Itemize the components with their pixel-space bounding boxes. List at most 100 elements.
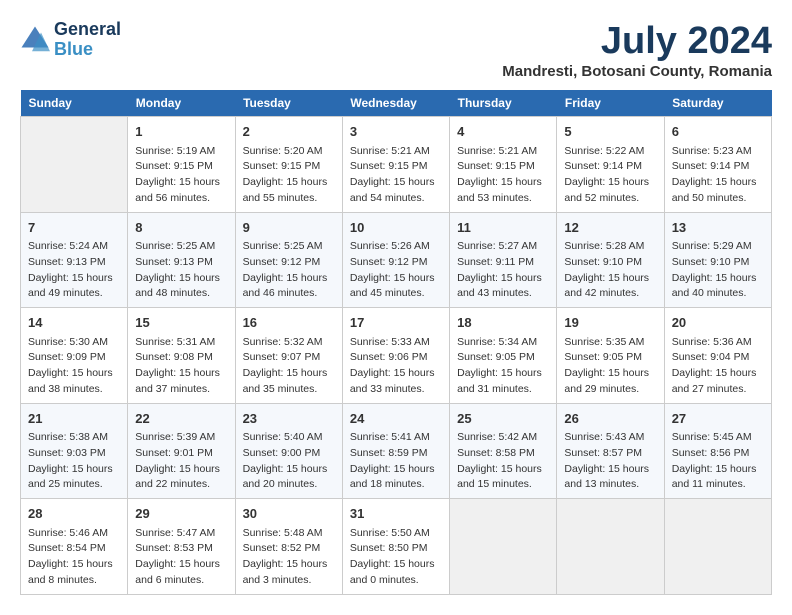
calendar-cell: 25 Sunrise: 5:42 AM Sunset: 8:58 PM Dayl… (450, 403, 557, 499)
day-number: 27 (672, 409, 764, 429)
daylight: Daylight: 15 hours and 53 minutes. (457, 176, 542, 204)
day-number: 23 (243, 409, 335, 429)
month-title: July 2024 (502, 20, 772, 63)
sunrise: Sunrise: 5:26 AM (350, 240, 430, 252)
daylight: Daylight: 15 hours and 55 minutes. (243, 176, 328, 204)
calendar-week-5: 28 Sunrise: 5:46 AM Sunset: 8:54 PM Dayl… (21, 499, 772, 595)
calendar-cell: 28 Sunrise: 5:46 AM Sunset: 8:54 PM Dayl… (21, 499, 128, 595)
sunrise: Sunrise: 5:38 AM (28, 431, 108, 443)
header-cell-friday: Friday (557, 90, 664, 117)
calendar-cell: 1 Sunrise: 5:19 AM Sunset: 9:15 PM Dayli… (128, 117, 235, 213)
sunset: Sunset: 8:58 PM (457, 447, 535, 459)
sunrise: Sunrise: 5:25 AM (243, 240, 323, 252)
sunset: Sunset: 9:11 PM (457, 256, 534, 268)
daylight: Daylight: 15 hours and 50 minutes. (672, 176, 757, 204)
sunrise: Sunrise: 5:29 AM (672, 240, 752, 252)
sunset: Sunset: 9:10 PM (564, 256, 642, 268)
day-number: 20 (672, 313, 764, 333)
sunset: Sunset: 9:07 PM (243, 351, 321, 363)
calendar-body: 1 Sunrise: 5:19 AM Sunset: 9:15 PM Dayli… (21, 117, 772, 595)
sunset: Sunset: 9:10 PM (672, 256, 750, 268)
sunset: Sunset: 8:50 PM (350, 542, 428, 554)
sunset: Sunset: 8:57 PM (564, 447, 642, 459)
sunrise: Sunrise: 5:43 AM (564, 431, 644, 443)
daylight: Daylight: 15 hours and 42 minutes. (564, 272, 649, 300)
calendar-cell: 24 Sunrise: 5:41 AM Sunset: 8:59 PM Dayl… (342, 403, 449, 499)
day-number: 2 (243, 122, 335, 142)
day-number: 7 (28, 218, 120, 238)
calendar-cell: 19 Sunrise: 5:35 AM Sunset: 9:05 PM Dayl… (557, 308, 664, 404)
calendar-cell (21, 117, 128, 213)
logo-icon (20, 25, 50, 55)
calendar-cell: 13 Sunrise: 5:29 AM Sunset: 9:10 PM Dayl… (664, 212, 771, 308)
calendar-cell: 4 Sunrise: 5:21 AM Sunset: 9:15 PM Dayli… (450, 117, 557, 213)
day-number: 13 (672, 218, 764, 238)
sunset: Sunset: 9:15 PM (135, 160, 213, 172)
header-cell-wednesday: Wednesday (342, 90, 449, 117)
day-number: 25 (457, 409, 549, 429)
sunrise: Sunrise: 5:30 AM (28, 336, 108, 348)
sunrise: Sunrise: 5:24 AM (28, 240, 108, 252)
calendar-cell: 18 Sunrise: 5:34 AM Sunset: 9:05 PM Dayl… (450, 308, 557, 404)
daylight: Daylight: 15 hours and 37 minutes. (135, 367, 220, 395)
sunset: Sunset: 9:15 PM (457, 160, 535, 172)
day-number: 21 (28, 409, 120, 429)
sunset: Sunset: 9:14 PM (564, 160, 642, 172)
calendar-cell (450, 499, 557, 595)
sunrise: Sunrise: 5:23 AM (672, 145, 752, 157)
header-cell-saturday: Saturday (664, 90, 771, 117)
sunrise: Sunrise: 5:47 AM (135, 527, 215, 539)
day-number: 19 (564, 313, 656, 333)
daylight: Daylight: 15 hours and 33 minutes. (350, 367, 435, 395)
calendar-header-row: SundayMondayTuesdayWednesdayThursdayFrid… (21, 90, 772, 117)
day-number: 29 (135, 504, 227, 524)
day-number: 9 (243, 218, 335, 238)
sunrise: Sunrise: 5:35 AM (564, 336, 644, 348)
day-number: 3 (350, 122, 442, 142)
day-number: 10 (350, 218, 442, 238)
sunset: Sunset: 9:01 PM (135, 447, 213, 459)
sunrise: Sunrise: 5:45 AM (672, 431, 752, 443)
logo-text-line1: General (54, 20, 121, 40)
sunrise: Sunrise: 5:20 AM (243, 145, 323, 157)
daylight: Daylight: 15 hours and 27 minutes. (672, 367, 757, 395)
calendar-cell: 10 Sunrise: 5:26 AM Sunset: 9:12 PM Dayl… (342, 212, 449, 308)
calendar-week-1: 1 Sunrise: 5:19 AM Sunset: 9:15 PM Dayli… (21, 117, 772, 213)
sunset: Sunset: 9:13 PM (135, 256, 213, 268)
header-cell-monday: Monday (128, 90, 235, 117)
calendar-cell: 11 Sunrise: 5:27 AM Sunset: 9:11 PM Dayl… (450, 212, 557, 308)
daylight: Daylight: 15 hours and 25 minutes. (28, 463, 113, 491)
sunset: Sunset: 9:00 PM (243, 447, 321, 459)
location: Mandresti, Botosani County, Romania (502, 63, 772, 80)
calendar-cell: 8 Sunrise: 5:25 AM Sunset: 9:13 PM Dayli… (128, 212, 235, 308)
calendar-cell: 23 Sunrise: 5:40 AM Sunset: 9:00 PM Dayl… (235, 403, 342, 499)
calendar-week-2: 7 Sunrise: 5:24 AM Sunset: 9:13 PM Dayli… (21, 212, 772, 308)
daylight: Daylight: 15 hours and 15 minutes. (457, 463, 542, 491)
sunset: Sunset: 9:03 PM (28, 447, 106, 459)
calendar-cell: 14 Sunrise: 5:30 AM Sunset: 9:09 PM Dayl… (21, 308, 128, 404)
sunrise: Sunrise: 5:50 AM (350, 527, 430, 539)
sunrise: Sunrise: 5:34 AM (457, 336, 537, 348)
calendar-cell: 31 Sunrise: 5:50 AM Sunset: 8:50 PM Dayl… (342, 499, 449, 595)
day-number: 14 (28, 313, 120, 333)
calendar-cell (557, 499, 664, 595)
sunrise: Sunrise: 5:31 AM (135, 336, 215, 348)
sunset: Sunset: 9:09 PM (28, 351, 106, 363)
day-number: 11 (457, 218, 549, 238)
day-number: 31 (350, 504, 442, 524)
daylight: Daylight: 15 hours and 31 minutes. (457, 367, 542, 395)
sunset: Sunset: 9:05 PM (564, 351, 642, 363)
header-cell-thursday: Thursday (450, 90, 557, 117)
sunset: Sunset: 8:54 PM (28, 542, 106, 554)
calendar-cell: 29 Sunrise: 5:47 AM Sunset: 8:53 PM Dayl… (128, 499, 235, 595)
calendar-cell: 3 Sunrise: 5:21 AM Sunset: 9:15 PM Dayli… (342, 117, 449, 213)
daylight: Daylight: 15 hours and 8 minutes. (28, 558, 113, 586)
daylight: Daylight: 15 hours and 46 minutes. (243, 272, 328, 300)
daylight: Daylight: 15 hours and 43 minutes. (457, 272, 542, 300)
sunrise: Sunrise: 5:42 AM (457, 431, 537, 443)
daylight: Daylight: 15 hours and 13 minutes. (564, 463, 649, 491)
sunrise: Sunrise: 5:22 AM (564, 145, 644, 157)
daylight: Daylight: 15 hours and 6 minutes. (135, 558, 220, 586)
calendar-cell: 17 Sunrise: 5:33 AM Sunset: 9:06 PM Dayl… (342, 308, 449, 404)
daylight: Daylight: 15 hours and 20 minutes. (243, 463, 328, 491)
